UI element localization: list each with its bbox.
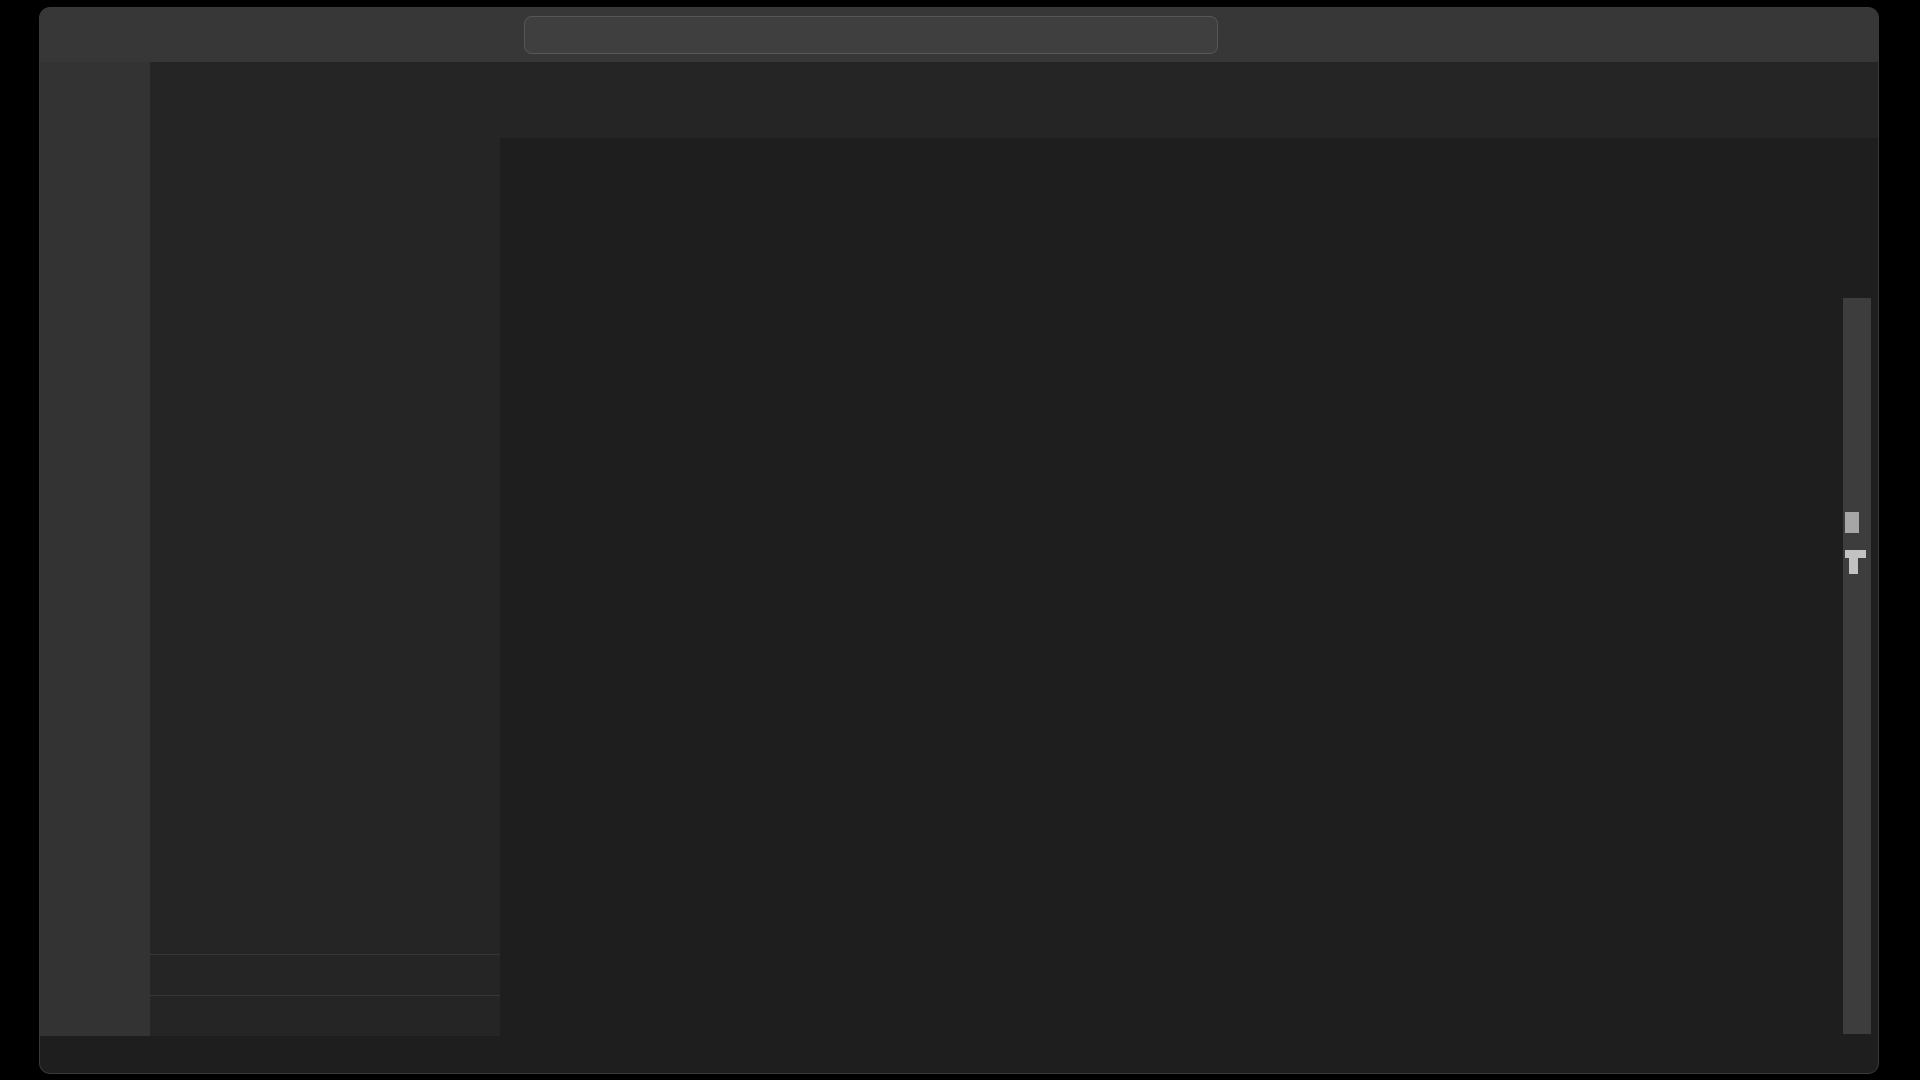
vertical-scrollbar[interactable] bbox=[1843, 138, 1871, 1036]
folder-row[interactable] bbox=[150, 186, 500, 222]
remote-icon bbox=[84, 1044, 106, 1066]
command-center[interactable] bbox=[524, 16, 1218, 54]
vscode-window bbox=[40, 8, 1878, 1073]
sidebar-explorer bbox=[150, 62, 500, 1036]
titlebar bbox=[40, 8, 1878, 62]
explorer-header bbox=[150, 62, 500, 148]
scrollbar-decoration bbox=[1849, 558, 1858, 574]
search-icon bbox=[858, 26, 877, 45]
workspace-section[interactable] bbox=[150, 148, 500, 186]
folder-open-icon bbox=[203, 194, 223, 214]
sidebar-bottom-sections bbox=[150, 954, 500, 1036]
section-timeline[interactable] bbox=[150, 995, 500, 1036]
scrollbar-decoration bbox=[1845, 550, 1866, 558]
scrollbar-thumb[interactable] bbox=[1843, 298, 1871, 1034]
tab-bar bbox=[500, 62, 1878, 138]
more-actions-icon[interactable] bbox=[458, 100, 482, 124]
status-bar bbox=[40, 1036, 1878, 1073]
chevron-right-icon bbox=[164, 967, 181, 984]
section-outline[interactable] bbox=[150, 954, 500, 995]
workbench bbox=[40, 62, 1878, 1036]
remote-indicator[interactable] bbox=[40, 1036, 150, 1073]
chevron-down-icon bbox=[1299, 27, 1316, 44]
vscode-logo-icon bbox=[64, 20, 94, 50]
code-area[interactable] bbox=[500, 138, 1878, 1036]
copilot-icon bbox=[1270, 22, 1297, 49]
menu-icon[interactable] bbox=[138, 20, 168, 50]
chevron-down-icon bbox=[162, 158, 180, 176]
scrollbar-decoration bbox=[1845, 512, 1859, 533]
breadcrumb-row bbox=[500, 138, 1878, 178]
activity-bar bbox=[40, 62, 150, 1036]
editor-actions bbox=[1844, 62, 1878, 138]
chevron-down-icon bbox=[180, 196, 196, 212]
editor-group bbox=[500, 62, 1878, 1036]
chevron-right-icon bbox=[164, 1008, 181, 1025]
file-tree bbox=[150, 186, 500, 222]
copilot-menu[interactable] bbox=[1270, 22, 1316, 49]
